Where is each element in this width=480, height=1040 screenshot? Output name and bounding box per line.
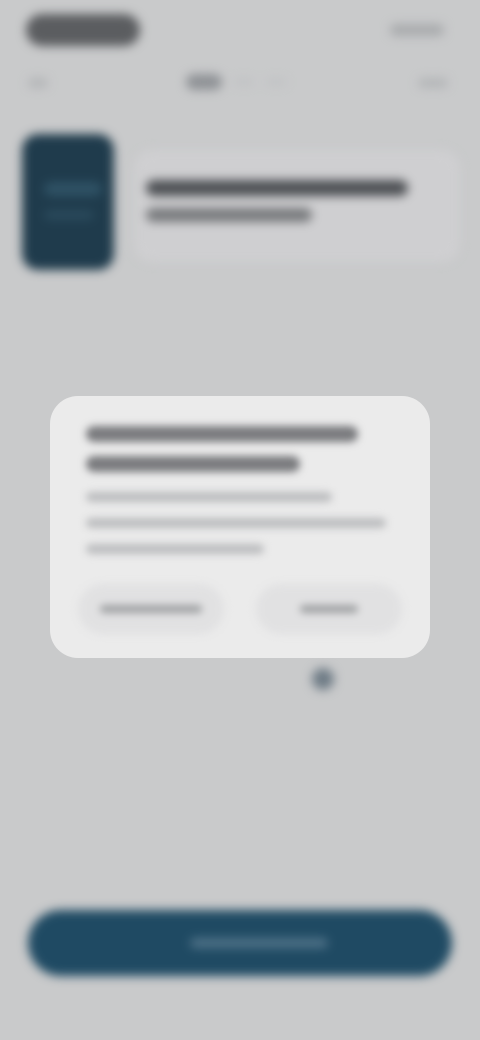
dialog-title-line xyxy=(86,426,358,442)
dialog-body-line xyxy=(86,492,332,502)
primary-action-label xyxy=(190,938,328,948)
top-navigation xyxy=(0,66,480,102)
status-time-pill xyxy=(26,14,140,46)
dialog-content xyxy=(50,396,430,658)
menu-icon[interactable] xyxy=(418,78,448,88)
back-icon[interactable] xyxy=(28,78,48,88)
step-indicator-active xyxy=(186,74,222,90)
modal-dialog xyxy=(50,396,430,658)
dialog-secondary-label xyxy=(100,605,202,613)
step-indicator-dot xyxy=(234,79,254,85)
dialog-body xyxy=(86,492,402,570)
product-title xyxy=(146,180,408,196)
thumbnail-highlight xyxy=(44,210,94,220)
dialog-primary-button[interactable] xyxy=(256,584,402,634)
product-card[interactable] xyxy=(14,128,462,278)
dialog-body-line xyxy=(86,518,386,528)
dialog-body-line xyxy=(86,544,264,554)
dialog-primary-label xyxy=(300,605,358,613)
thumbnail-highlight xyxy=(44,182,102,196)
dialog-secondary-button[interactable] xyxy=(78,584,224,634)
app-screen xyxy=(0,0,480,1040)
product-card-surface xyxy=(134,150,460,262)
pointer-icon xyxy=(312,668,334,690)
dialog-title xyxy=(86,426,386,486)
status-indicators xyxy=(390,24,444,36)
primary-action-button[interactable] xyxy=(28,910,452,976)
dialog-actions xyxy=(78,584,402,634)
step-indicator xyxy=(186,74,286,90)
status-bar xyxy=(0,0,480,60)
dialog-title-line xyxy=(86,456,300,472)
product-thumbnail xyxy=(22,134,114,270)
step-indicator-dot xyxy=(266,79,286,85)
product-subtitle xyxy=(146,208,312,222)
